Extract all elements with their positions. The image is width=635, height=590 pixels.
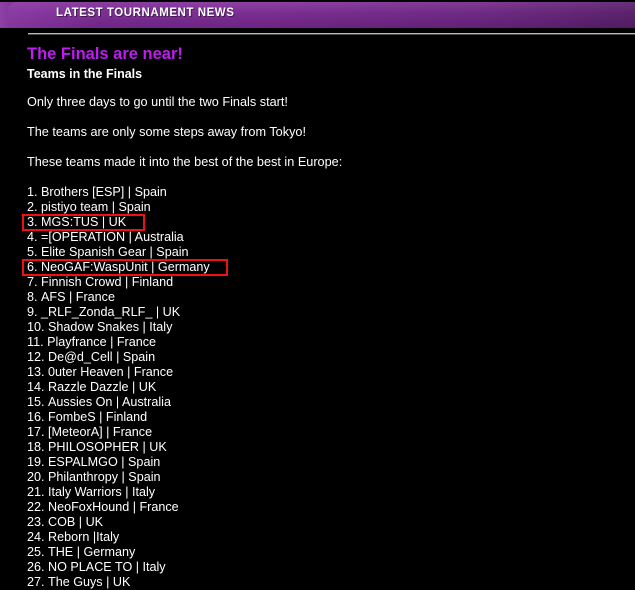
news-headline: The Finals are near! bbox=[27, 45, 183, 63]
list-item: 19. ESPALMGO | Spain bbox=[27, 455, 627, 470]
list-item-label: pistiyo team | Spain bbox=[41, 200, 151, 214]
list-item: 1. Brothers [ESP] | Spain bbox=[27, 185, 627, 200]
list-item: 20. Philanthropy | Spain bbox=[27, 470, 627, 485]
list-item-index: 10. bbox=[27, 320, 45, 334]
list-item-index: 16. bbox=[27, 410, 45, 424]
list-item: 21. Italy Warriors | Italy bbox=[27, 485, 627, 500]
list-item-index: 13. bbox=[27, 365, 45, 379]
list-item: 18. PHILOSOPHER | UK bbox=[27, 440, 627, 455]
list-item: 7. Finnish Crowd | Finland bbox=[27, 275, 627, 290]
list-item-index: 12. bbox=[27, 350, 45, 364]
list-item-label: NO PLACE TO | Italy bbox=[48, 560, 166, 574]
list-item-label: Razzle Dazzle | UK bbox=[48, 380, 157, 394]
news-paragraph-1: Only three days to go until the two Fina… bbox=[27, 95, 288, 109]
list-item-index: 7. bbox=[27, 275, 38, 289]
list-item: 9. _RLF_Zonda_RLF_ | UK bbox=[27, 305, 627, 320]
list-item-index: 27. bbox=[27, 575, 45, 589]
list-item-index: 2. bbox=[27, 200, 38, 214]
list-item-label: THE | Germany bbox=[48, 545, 136, 559]
list-item-label: Elite Spanish Gear | Spain bbox=[41, 245, 189, 259]
list-item-index: 15. bbox=[27, 395, 45, 409]
list-item: 22. NeoFoxHound | France bbox=[27, 500, 627, 515]
list-item-label: Shadow Snakes | Italy bbox=[48, 320, 173, 334]
list-item-label: Brothers [ESP] | Spain bbox=[41, 185, 167, 199]
list-item: 23. COB | UK bbox=[27, 515, 627, 530]
list-item: 4. =[OPERATION | Australia bbox=[27, 230, 627, 245]
list-item-label: Philanthropy | Spain bbox=[48, 470, 161, 484]
list-item: 25. THE | Germany bbox=[27, 545, 627, 560]
list-item: 13. 0uter Heaven | France bbox=[27, 365, 627, 380]
list-item: 26. NO PLACE TO | Italy bbox=[27, 560, 627, 575]
list-item: 15. Aussies On | Australia bbox=[27, 395, 627, 410]
list-item-index: 17. bbox=[27, 425, 45, 439]
list-item: 17. [MeteorA] | France bbox=[27, 425, 627, 440]
list-item: 2. pistiyo team | Spain bbox=[27, 200, 627, 215]
list-item-index: 18. bbox=[27, 440, 45, 454]
list-item-label: 0uter Heaven | France bbox=[48, 365, 174, 379]
list-item-index: 25. bbox=[27, 545, 45, 559]
list-item-label: NeoFoxHound | France bbox=[48, 500, 179, 514]
list-item-index: 3. bbox=[27, 215, 38, 229]
list-item-index: 22. bbox=[27, 500, 45, 514]
list-item-label: De@d_Cell | Spain bbox=[48, 350, 156, 364]
list-item-index: 5. bbox=[27, 245, 38, 259]
list-item: 16. FombeS | Finland bbox=[27, 410, 627, 425]
list-item-index: 19. bbox=[27, 455, 45, 469]
list-item-label: The Guys | UK bbox=[48, 575, 131, 589]
list-item-label: [MeteorA] | France bbox=[48, 425, 153, 439]
list-item-label: AFS | France bbox=[41, 290, 115, 304]
list-item-index: 26. bbox=[27, 560, 45, 574]
list-item-label: FombeS | Finland bbox=[48, 410, 148, 424]
list-item-label: NeoGAF:WaspUnit | Germany bbox=[41, 260, 210, 274]
list-item-label: Finnish Crowd | Finland bbox=[41, 275, 174, 289]
list-item: 11. Playfrance | France bbox=[27, 335, 627, 350]
list-item-highlighted: 3. MGS:TUS | UK bbox=[22, 214, 627, 231]
list-item-label: _RLF_Zonda_RLF_ | UK bbox=[41, 305, 181, 319]
list-item-label: MGS:TUS | UK bbox=[41, 215, 127, 229]
news-paragraph-3: These teams made it into the best of the… bbox=[27, 155, 343, 169]
list-item: 8. AFS | France bbox=[27, 290, 627, 305]
list-item-index: 6. bbox=[27, 260, 38, 274]
list-item: 27. The Guys | UK bbox=[27, 575, 627, 590]
news-paragraph-2: The teams are only some steps away from … bbox=[27, 125, 307, 139]
list-item-label: =[OPERATION | Australia bbox=[41, 230, 184, 244]
header-drop-shadow bbox=[0, 28, 635, 31]
list-item-index: 21. bbox=[27, 485, 45, 499]
team-list: 1. Brothers [ESP] | Spain 2. pistiyo team… bbox=[22, 185, 627, 590]
list-item-label: Playfrance | France bbox=[47, 335, 157, 349]
list-item: 24. Reborn |Italy bbox=[27, 530, 627, 545]
list-item-label: Italy Warriors | Italy bbox=[48, 485, 156, 499]
list-item-index: 14. bbox=[27, 380, 45, 394]
list-item-index: 20. bbox=[27, 470, 45, 484]
list-item-index: 4. bbox=[27, 230, 38, 244]
list-item-index: 24. bbox=[27, 530, 45, 544]
list-item-label: ESPALMGO | Spain bbox=[48, 455, 161, 469]
list-item-index: 8. bbox=[27, 290, 38, 304]
header-separator-shadow bbox=[28, 34, 635, 35]
list-item-index: 1. bbox=[27, 185, 38, 199]
list-item-label: COB | UK bbox=[48, 515, 104, 529]
list-item-index: 11. bbox=[27, 335, 44, 349]
list-item-highlighted: 6. NeoGAF:WaspUnit | Germany bbox=[22, 259, 627, 276]
list-item: 10. Shadow Snakes | Italy bbox=[27, 320, 627, 335]
news-subheadline: Teams in the Finals bbox=[27, 67, 143, 81]
list-item-label: Aussies On | Australia bbox=[48, 395, 171, 409]
list-item: 14. Razzle Dazzle | UK bbox=[27, 380, 627, 395]
list-item-label: PHILOSOPHER | UK bbox=[48, 440, 167, 454]
header-title: LATEST TOURNAMENT NEWS bbox=[56, 7, 235, 19]
list-item: 12. De@d_Cell | Spain bbox=[27, 350, 627, 365]
list-item-index: 9. bbox=[27, 305, 38, 319]
list-item-label: Reborn |Italy bbox=[48, 530, 120, 544]
list-item-index: 23. bbox=[27, 515, 45, 529]
list-item: 5. Elite Spanish Gear | Spain bbox=[27, 245, 627, 260]
